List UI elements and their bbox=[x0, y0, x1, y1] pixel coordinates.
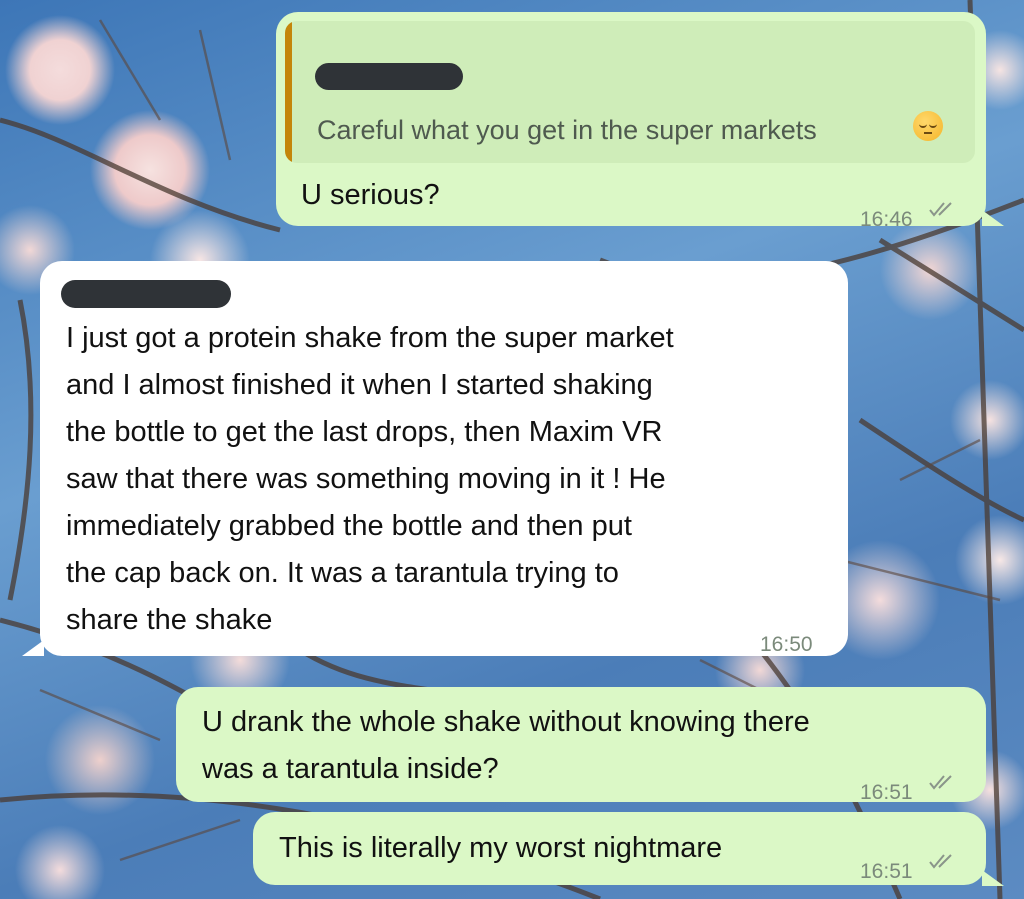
bubble-tail bbox=[982, 210, 1004, 226]
read-receipt-icon bbox=[929, 775, 952, 790]
message-timestamp: 16:50 bbox=[760, 633, 813, 656]
read-receipt-icon bbox=[929, 202, 952, 217]
message-timestamp: 16:51 bbox=[860, 860, 913, 883]
bubble-tail bbox=[22, 640, 44, 656]
message-text-line: saw that there was something moving in i… bbox=[66, 463, 666, 495]
message-text-line: I just got a protein shake from the supe… bbox=[66, 322, 674, 354]
message-timestamp: 16:51 bbox=[860, 781, 913, 804]
message-text-line: the cap back on. It was a tarantula tryi… bbox=[66, 557, 619, 589]
message-text-line: share the shake bbox=[66, 604, 273, 636]
message-text-line: was a tarantula inside? bbox=[202, 753, 499, 785]
read-receipt-icon bbox=[929, 854, 952, 869]
message-bubble-outgoing[interactable]: U drank the whole shake without knowing … bbox=[176, 687, 986, 804]
quote-accent-bar bbox=[285, 21, 292, 163]
message-bubble-incoming[interactable]: I just got a protein shake from the supe… bbox=[40, 261, 848, 656]
message-text-line: the bottle to get the last drops, then M… bbox=[66, 416, 663, 448]
message-text-line: U drank the whole shake without knowing … bbox=[202, 706, 810, 738]
message-text-line: This is literally my worst nightmare bbox=[279, 832, 723, 864]
message-text-line: and I almost finished it when I started … bbox=[66, 369, 653, 401]
message-bubble-outgoing[interactable]: Careful what you get in the super market… bbox=[276, 12, 986, 231]
redacted-sender-name bbox=[315, 63, 463, 90]
redacted-sender-name bbox=[61, 280, 231, 308]
message-text-line: immediately grabbed the bottle and then … bbox=[66, 510, 632, 542]
quoted-message[interactable]: Careful what you get in the super market… bbox=[285, 21, 975, 163]
message-bubble-outgoing[interactable]: This is literally my worst nightmare 16:… bbox=[253, 812, 986, 885]
quoted-text: Careful what you get in the super market… bbox=[317, 115, 817, 145]
bubble-tail bbox=[982, 870, 1004, 886]
message-timestamp: 16:46 bbox=[860, 208, 913, 231]
pensive-face-emoji bbox=[913, 111, 943, 141]
message-text: U serious? bbox=[301, 179, 440, 211]
